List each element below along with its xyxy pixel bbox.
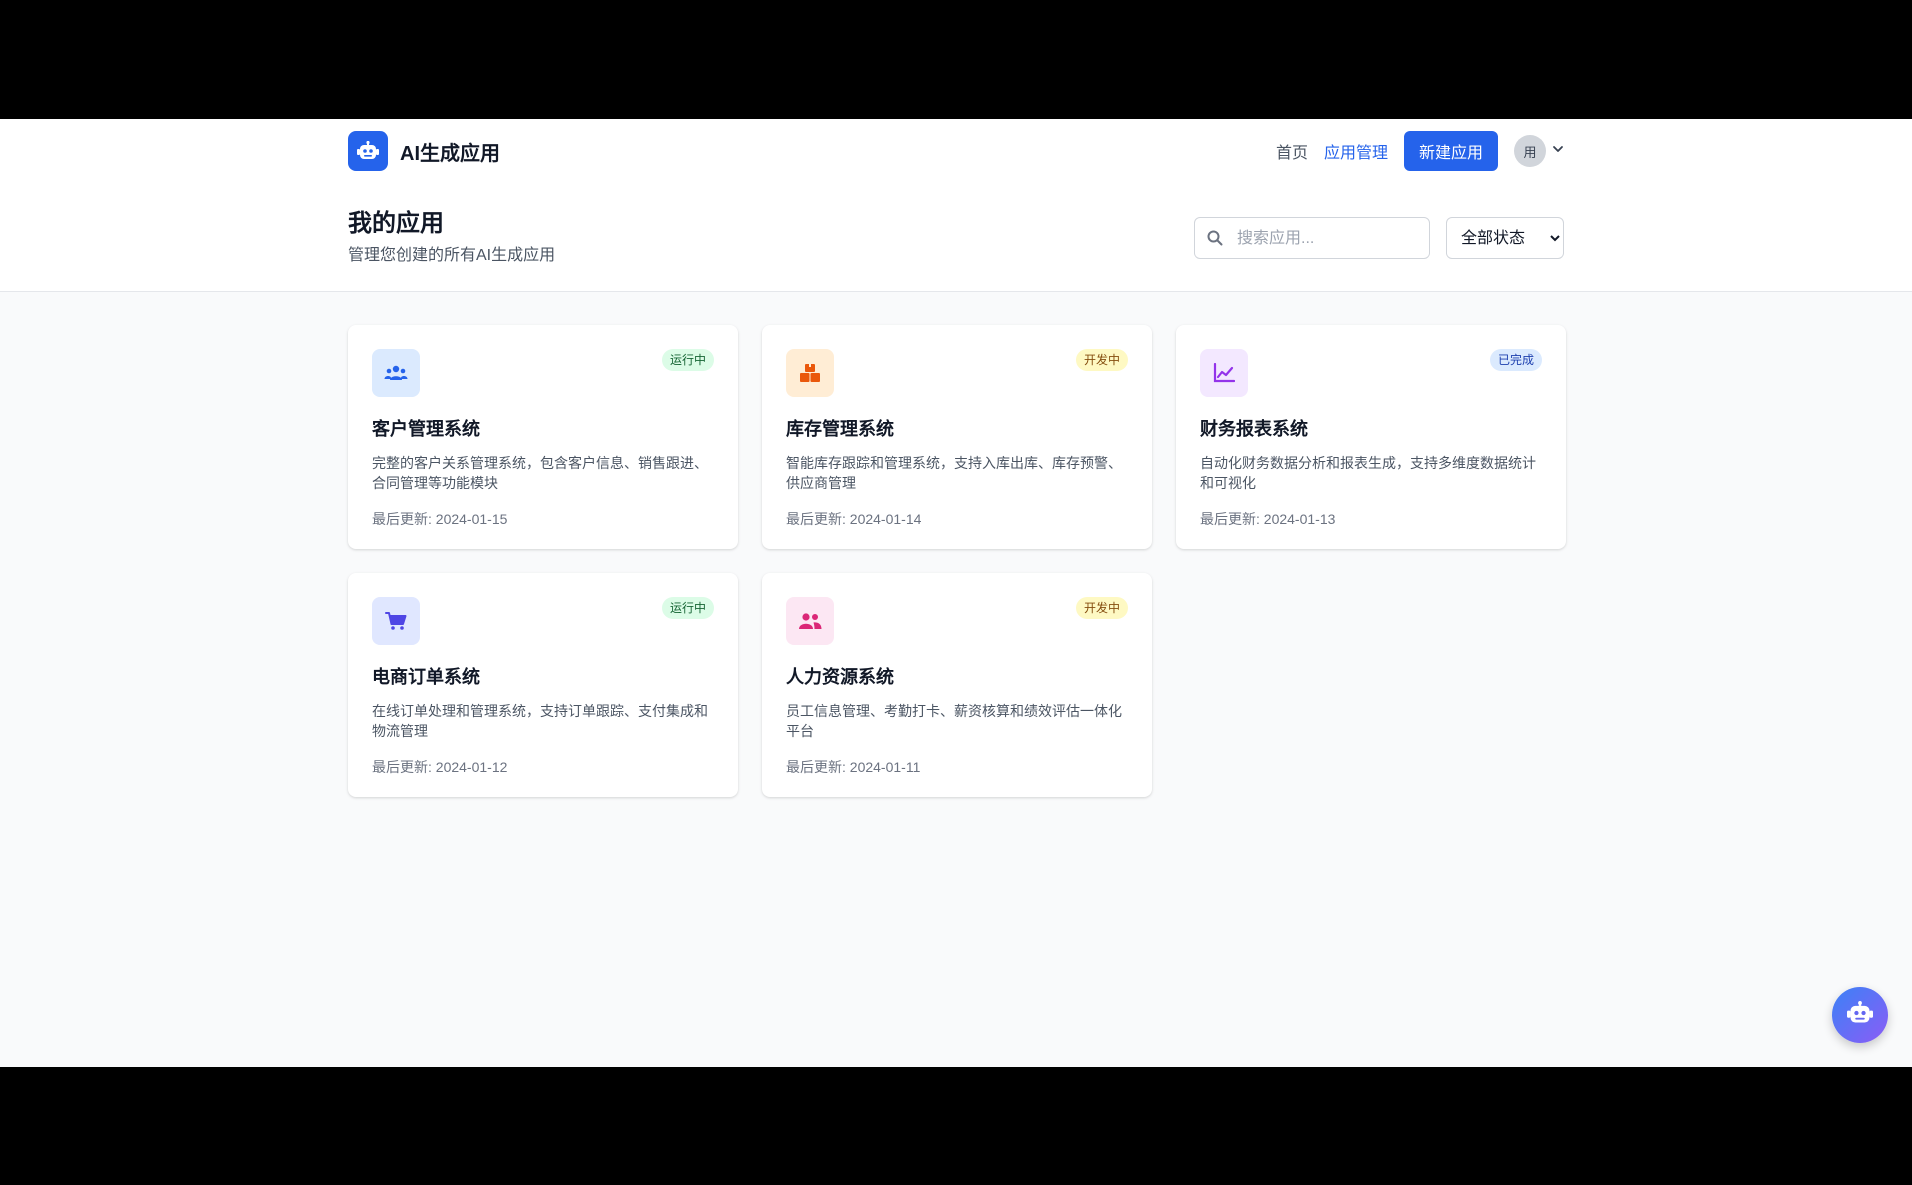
status-badge: 开发中 [1075,349,1128,371]
app-card[interactable]: 运行中电商订单系统在线订单处理和管理系统，支持订单跟踪、支付集成和物流管理最后更… [348,573,738,797]
user-menu[interactable]: 用 [1514,135,1564,167]
search-icon [1207,230,1223,251]
app-card-description: 自动化财务数据分析和报表生成，支持多维度数据统计和可视化 [1200,455,1536,491]
search-input[interactable] [1235,218,1425,260]
status-filter-select[interactable]: 全部状态 [1446,217,1564,259]
boxes-icon [786,349,834,397]
app-card-title: 财务报表系统 [1200,419,1308,439]
avatar: 用 [1514,135,1546,167]
robot-icon [348,131,388,171]
chevron-down-icon [1552,142,1564,160]
chart-line-icon [1200,349,1248,397]
shopping-cart-icon [372,597,420,645]
app-card-updated: 最后更新: 2024-01-15 [372,511,508,527]
robot-icon [1847,1000,1873,1030]
app-card[interactable]: 已完成财务报表系统自动化财务数据分析和报表生成，支持多维度数据统计和可视化最后更… [1176,325,1566,549]
app-card-title: 电商订单系统 [372,667,480,687]
app-card-updated: 最后更新: 2024-01-13 [1200,511,1336,527]
status-badge: 运行中 [661,597,714,619]
brand[interactable]: AI生成应用 [348,131,500,171]
app-card-grid: 运行中 客户管理系统 完整的客户关系管理系统，包含客户信息、销售跟进、合同管理等功能… [348,325,1566,797]
new-app-button[interactable]: 新建应用 [1403,131,1498,171]
app-card[interactable]: 运行中客户管理系统完整的客户关系管理系统，包含客户信息、销售跟进、合同管理等功能… [348,325,738,549]
users-icon [372,349,420,397]
nav-apps-link[interactable]: 应用管理 [1324,139,1388,163]
app-card-title: 库存管理系统 [786,419,894,439]
app-card[interactable]: 开发中库存管理系统智能库存跟踪和管理系统，支持入库出库、库存预警、供应商管理最后… [762,325,1152,549]
page-title: 我的应用 [348,210,444,237]
app-card[interactable]: 开发中人力资源系统员工信息管理、考勤打卡、薪资核算和绩效评估一体化平台最后更新:… [762,573,1152,797]
brand-name: AI生成应用 [400,142,500,165]
app-card-updated: 最后更新: 2024-01-11 [786,759,921,775]
app-card-title: 客户管理系统 [372,419,480,439]
app-viewport: AI生成应用 首页 应用管理 新建应用 用 我的应用 管理您创建的所有AI生成应… [0,119,1912,1067]
page-heading: 我的应用 管理您创建的所有AI生成应用 [348,209,555,265]
status-badge: 开发中 [1075,597,1128,619]
status-badge: 运行中 [661,349,714,371]
app-card-title: 人力资源系统 [786,667,894,687]
app-card-description: 员工信息管理、考勤打卡、薪资核算和绩效评估一体化平台 [786,703,1122,739]
search-box[interactable] [1194,217,1430,260]
app-card-updated: 最后更新: 2024-01-12 [372,759,508,775]
app-card-updated: 最后更新: 2024-01-14 [786,511,922,527]
toolbar: 全部状态 [1194,217,1564,260]
nav-home-link[interactable]: 首页 [1276,139,1308,163]
app-card-description: 在线订单处理和管理系统，支持订单跟踪、支付集成和物流管理 [372,703,708,739]
page-header: 我的应用 管理您创建的所有AI生成应用 全部状态 [348,209,1564,269]
page-subtitle: 管理您创建的所有AI生成应用 [348,247,556,264]
user-group-icon [786,597,834,645]
app-card-description: 完整的客户关系管理系统，包含客户信息、销售跟进、合同管理等功能模块 [372,455,708,491]
app-card-description: 智能库存跟踪和管理系统，支持入库出库、库存预警、供应商管理 [786,455,1122,491]
nav-right: 首页 应用管理 新建应用 用 [1276,131,1564,171]
assistant-fab-button[interactable] [1832,987,1888,1043]
status-badge: 已完成 [1489,349,1542,371]
navbar: AI生成应用 首页 应用管理 新建应用 用 [348,131,1564,171]
